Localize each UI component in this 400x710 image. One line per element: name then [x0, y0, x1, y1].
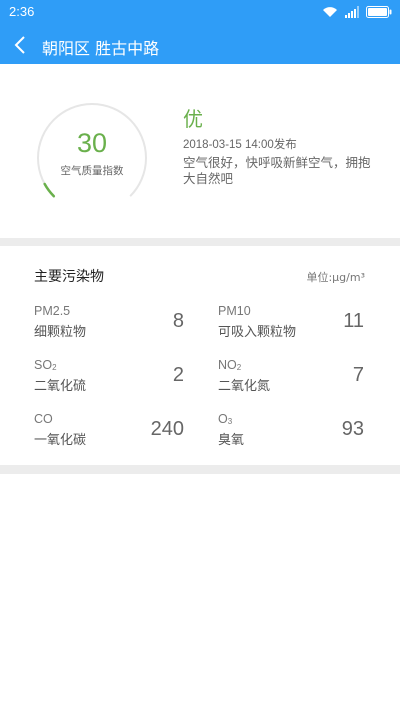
- pollutant-desc: 可吸入颗粒物: [218, 325, 297, 340]
- pollutant-value: 93: [341, 418, 364, 440]
- page-title: 朝阳区 胜古中路: [42, 39, 160, 58]
- unit-label: 单位:μg/m³: [306, 271, 365, 284]
- pollutants-section: 主要污染物 单位:μg/m³ PM2.5 细颗粒物 8 PM10 可吸入颗粒物 …: [0, 246, 400, 465]
- status-bar: 2:36: [0, 0, 400, 26]
- pollutant-desc: 细颗粒物: [34, 325, 87, 340]
- back-arrow-icon[interactable]: [10, 34, 32, 56]
- pollutant-pm25: PM2.5 细颗粒物 8: [34, 304, 184, 344]
- aqi-level: 优: [183, 107, 203, 131]
- pollutant-value: 11: [343, 310, 364, 332]
- pollutant-pm10: PM10 可吸入颗粒物 11: [218, 304, 364, 344]
- pollutants-title: 主要污染物: [34, 269, 104, 285]
- publish-time: 2018-03-15 14:00发布: [183, 139, 297, 151]
- pollutant-so2: SO2 二氧化硫 2: [34, 358, 184, 398]
- pollutant-name: NO2: [218, 358, 242, 372]
- pollutant-name: PM10: [218, 304, 251, 318]
- status-time: 2:36: [9, 4, 35, 19]
- pollutant-value: 2: [172, 364, 184, 386]
- wifi-icon: [323, 7, 337, 17]
- pollutant-name: PM2.5: [34, 304, 71, 318]
- pollutant-value: 8: [172, 310, 184, 332]
- pollutant-name: O3: [218, 412, 233, 426]
- signal-icon: [345, 6, 359, 18]
- pollutant-desc: 臭氧: [218, 433, 245, 448]
- aqi-card: 30 空气质量指数 优 2018-03-15 14:00发布 空气很好，快呼吸新…: [0, 64, 400, 238]
- gauge-fill: [43, 182, 56, 198]
- aqi-label: 空气质量指数: [60, 165, 124, 177]
- pollutant-co: CO 一氧化碳 240: [34, 412, 184, 452]
- pollutant-value: 7: [352, 364, 364, 386]
- battery-icon: [366, 6, 392, 18]
- pollutant-no2: NO2 二氧化氮 7: [218, 358, 364, 398]
- pollutant-o3: O3 臭氧 93: [218, 412, 364, 452]
- aqi-gauge: 30 空气质量指数: [36, 102, 148, 214]
- pollutant-desc: 二氧化硫: [34, 379, 87, 394]
- app-header: 朝阳区 胜古中路: [0, 26, 400, 64]
- section-divider: [0, 465, 400, 474]
- pollutant-name: SO2: [34, 358, 57, 372]
- pollutant-desc: 一氧化碳: [34, 433, 87, 448]
- aqi-value: 30: [76, 128, 108, 158]
- status-icons: [322, 6, 392, 18]
- aqi-description: 空气很好，快呼吸新鲜空气，拥抱大自然吧: [183, 155, 371, 186]
- pollutant-desc: 二氧化氮: [218, 379, 271, 394]
- pollutant-name: CO: [34, 412, 53, 426]
- pollutant-value: 240: [150, 418, 184, 440]
